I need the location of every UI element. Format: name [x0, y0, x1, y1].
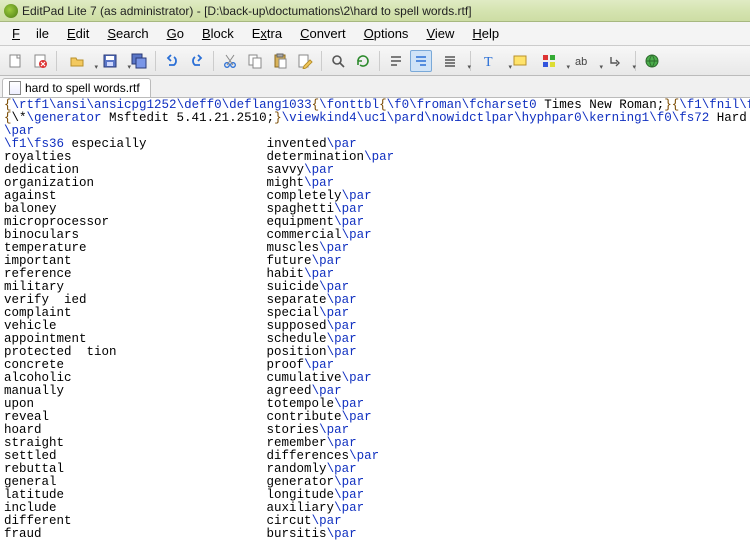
document-icon	[9, 81, 21, 95]
line-ending-icon[interactable]	[600, 50, 630, 72]
charset-icon[interactable]: ab	[567, 50, 597, 72]
cut-icon[interactable]	[219, 50, 241, 72]
align-icon[interactable]	[435, 50, 465, 72]
menubar: File Edit Search Go Block Extra Convert …	[0, 22, 750, 46]
tabbar: hard to spell words.rtf	[0, 76, 750, 98]
toolbar-sep	[379, 51, 380, 71]
menu-convert[interactable]: Convert	[292, 24, 354, 43]
refresh-icon[interactable]	[352, 50, 374, 72]
menu-block[interactable]: Block	[194, 24, 242, 43]
toolbar: T ab	[0, 46, 750, 76]
font-icon[interactable]: T	[476, 50, 506, 72]
menu-view[interactable]: View	[418, 24, 462, 43]
toolbar-sep	[213, 51, 214, 71]
app-icon	[4, 4, 18, 18]
redo-icon[interactable]	[186, 50, 208, 72]
paste-icon[interactable]	[269, 50, 291, 72]
tab-label: hard to spell words.rtf	[25, 81, 140, 95]
toolbar-sep	[155, 51, 156, 71]
toolbar-sep	[56, 51, 57, 71]
edit-icon[interactable]	[294, 50, 316, 72]
wrap-left-icon[interactable]	[385, 50, 407, 72]
undo-icon[interactable]	[161, 50, 183, 72]
web-icon[interactable]	[641, 50, 663, 72]
menu-extra[interactable]: Extra	[244, 24, 290, 43]
svg-text:T: T	[484, 55, 493, 69]
menu-options[interactable]: Options	[356, 24, 417, 43]
window-title: EditPad Lite 7 (as administrator) - [D:\…	[22, 4, 472, 18]
menu-search[interactable]: Search	[99, 24, 156, 43]
save-icon[interactable]	[95, 50, 125, 72]
titlebar: EditPad Lite 7 (as administrator) - [D:\…	[0, 0, 750, 22]
highlight-icon[interactable]	[509, 50, 531, 72]
menu-file[interactable]: File	[4, 24, 57, 43]
close-file-icon[interactable]	[29, 50, 51, 72]
document-tab[interactable]: hard to spell words.rtf	[2, 78, 151, 97]
menu-help[interactable]: Help	[464, 24, 507, 43]
toolbar-sep	[321, 51, 322, 71]
save-copy-icon[interactable]	[128, 50, 150, 72]
editor-area[interactable]: {\rtf1\ansi\ansicpg1252\deff0\deflang103…	[0, 98, 750, 556]
menu-edit[interactable]: Edit	[59, 24, 97, 43]
svg-text:ab: ab	[575, 56, 587, 68]
copy-icon[interactable]	[244, 50, 266, 72]
open-icon[interactable]	[62, 50, 92, 72]
menu-go[interactable]: Go	[159, 24, 192, 43]
color-icon[interactable]	[534, 50, 564, 72]
find-icon[interactable]	[327, 50, 349, 72]
wrap-right-icon[interactable]	[410, 50, 432, 72]
new-file-icon[interactable]	[4, 50, 26, 72]
